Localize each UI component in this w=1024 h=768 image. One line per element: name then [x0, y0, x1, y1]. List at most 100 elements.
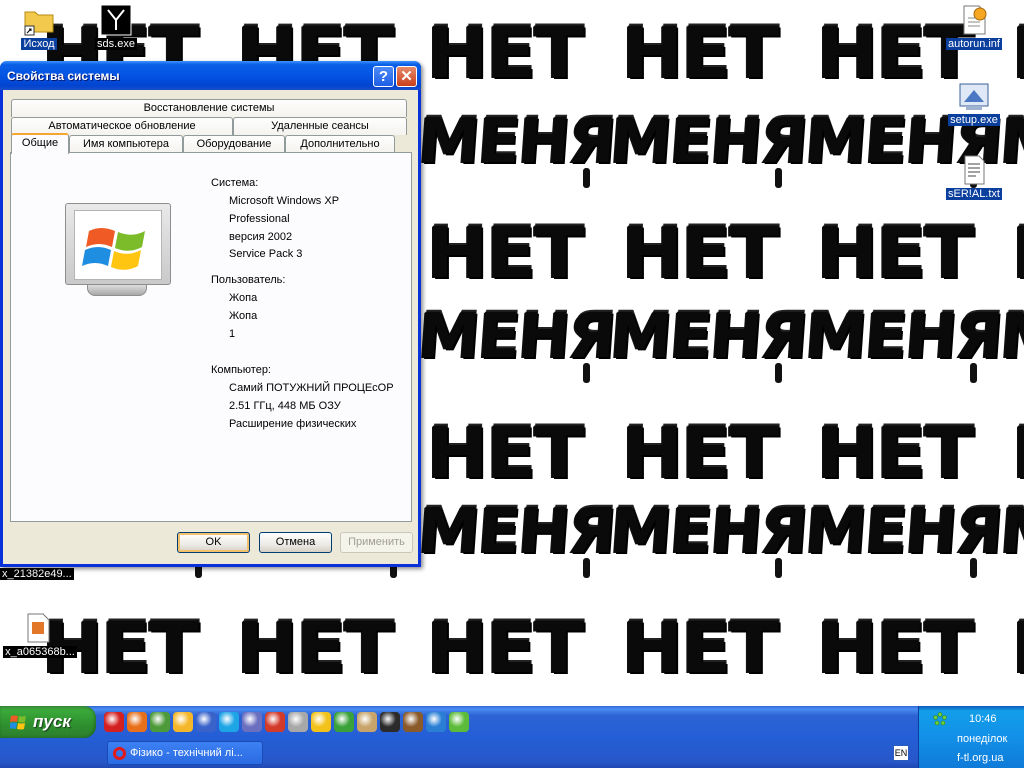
apple-icon[interactable]	[265, 712, 285, 732]
desktop-icon-setup[interactable]: setup.exe	[936, 80, 1012, 129]
chart-icon[interactable]	[242, 712, 262, 732]
help-icon: ?	[378, 68, 389, 85]
cancel-button[interactable]: Отмена	[259, 532, 332, 553]
opera-icon	[113, 747, 126, 760]
skype-icon[interactable]	[219, 712, 239, 732]
opera-icon[interactable]	[104, 712, 124, 732]
ok-button[interactable]: OK	[177, 532, 250, 553]
watermark-brand: f-tl.org.ua	[957, 752, 1004, 764]
close-button[interactable]: ✕	[396, 66, 417, 87]
app-icon	[100, 4, 132, 36]
counter-strike-icon[interactable]	[380, 712, 400, 732]
general-tab-panel: Система: Microsoft Windows XP Profession…	[10, 152, 412, 522]
wallpaper-word-net: НЕТ	[1011, 613, 1024, 683]
windows-logo-icon	[10, 715, 26, 730]
cup-icon[interactable]	[288, 712, 308, 732]
desktop-icon-label: autorun.inf	[946, 38, 1002, 50]
ie-icon[interactable]	[426, 712, 446, 732]
desktop-icon-label: x_21382e49...	[0, 568, 74, 580]
network-icon[interactable]	[334, 712, 354, 732]
user-line-org: Жопа	[229, 310, 258, 322]
wallpaper-word-net: НЕТ	[426, 412, 584, 494]
firefox-icon[interactable]	[127, 712, 147, 732]
start-button[interactable]: пуск	[0, 706, 96, 738]
tab-system-restore[interactable]: Восстановление системы	[11, 99, 407, 117]
emoticon-icon[interactable]	[311, 712, 331, 732]
wallpaper-word-net: НЕТ	[426, 607, 584, 689]
taskbar-window-button[interactable]: Фізико - технічний лі...	[107, 741, 263, 765]
wallpaper-word-net: НЕТ	[621, 212, 779, 294]
desktop-icon-sds[interactable]: sds.exe	[78, 4, 154, 53]
wallpaper-word-net: НЕТ	[1011, 418, 1024, 488]
wallpaper-word-net: НЕТ	[816, 412, 974, 494]
help-button[interactable]: ?	[373, 66, 394, 87]
clock-day: понеділок	[957, 733, 1008, 745]
apply-button[interactable]: Применить	[340, 532, 413, 553]
wallpaper-word-menya: МЕНЯ	[997, 494, 1024, 567]
tab-computer-name[interactable]: Имя компьютера	[69, 135, 183, 153]
tab-hardware[interactable]: Оборудование	[183, 135, 285, 153]
wallpaper-word-menya: МЕНЯ	[607, 104, 809, 177]
desktop-icon-ishod[interactable]: Исход	[1, 4, 77, 53]
figure-icon[interactable]	[357, 712, 377, 732]
windows-logo-monitor-icon	[65, 203, 171, 285]
quick-launch-bar	[104, 712, 469, 734]
wallpaper-paint-drip	[970, 558, 977, 578]
wallpaper-word-net: НЕТ	[1011, 218, 1024, 288]
desktop-icon-label: Исход	[21, 38, 57, 50]
wallpaper-paint-drip	[775, 363, 782, 383]
system-label: Система:	[211, 177, 259, 189]
desktop-icon-serial[interactable]: sER!AL.txt	[936, 154, 1012, 203]
wallpaper-word-menya: МЕНЯ	[802, 494, 1004, 567]
wallpaper-word-menya: МЕНЯ	[802, 299, 1004, 372]
wallpaper-word-net: НЕТ	[621, 412, 779, 494]
media-file-icon	[22, 612, 54, 644]
system-properties-dialog: Свойства системы ? ✕ Восстановление сист…	[0, 61, 421, 567]
crossfire-icon[interactable]	[196, 712, 216, 732]
tray-asterisk-icon[interactable]	[933, 712, 947, 726]
language-indicator[interactable]: EN	[893, 745, 909, 761]
7zip-icon[interactable]	[150, 712, 170, 732]
desktop-icon-xa0653[interactable]: x_a065368b...	[0, 612, 80, 661]
wallpaper-word-net: НЕТ	[426, 212, 584, 294]
pizza-icon[interactable]	[173, 712, 193, 732]
computer-label: Компьютер:	[211, 364, 271, 376]
wallpaper-word-net: НЕТ	[816, 212, 974, 294]
wallpaper-word-menya: МЕНЯ	[607, 494, 809, 567]
dialog-titlebar[interactable]: Свойства системы ? ✕	[0, 61, 421, 90]
desktop-icon-label: x_a065368b...	[3, 646, 77, 658]
system-line-sp: Service Pack 3	[229, 248, 303, 260]
character-icon[interactable]	[403, 712, 423, 732]
tab-general[interactable]: Общие	[11, 133, 69, 154]
desktop-icon-autorun[interactable]: autorun.inf	[936, 4, 1012, 53]
wallpaper-word-menya: МЕНЯ	[415, 299, 617, 372]
wallpaper-word-net: НЕТ	[236, 607, 394, 689]
windows-flag-icon	[82, 228, 145, 270]
system-line-os: Microsoft Windows XP	[229, 195, 340, 207]
dialog-body: Восстановление системы Автоматическое об…	[3, 90, 418, 564]
wallpaper-paint-drip	[583, 168, 590, 188]
tab-remote-sessions[interactable]: Удаленные сеансы	[233, 117, 407, 135]
desktop-icon-x21382[interactable]: x_21382e49...	[0, 566, 80, 583]
tab-row-3: Общие Имя компьютера Оборудование Дополн…	[11, 133, 395, 154]
clock-time[interactable]: 10:46	[969, 713, 997, 725]
asterisk-icon[interactable]	[449, 712, 469, 732]
wallpaper-word-menya: МЕНЯ	[415, 494, 617, 567]
tab-row-1: Восстановление системы	[11, 99, 407, 117]
monitor-stand	[87, 284, 147, 296]
tab-row-2: Автоматическое обновление Удаленные сеан…	[11, 117, 407, 135]
text-file-icon	[958, 154, 990, 186]
computer-line-speed: 2.51 ГГц, 448 МБ ОЗУ	[229, 400, 341, 412]
wallpaper-word-menya: МЕНЯ	[607, 299, 809, 372]
wallpaper-word-menya: МЕНЯ	[997, 299, 1024, 372]
tab-advanced[interactable]: Дополнительно	[285, 135, 395, 153]
wallpaper-word-net: НЕТ	[621, 607, 779, 689]
dialog-title: Свойства системы	[7, 69, 120, 83]
desktop-icon-label: setup.exe	[948, 114, 1000, 126]
wallpaper-paint-drip	[583, 558, 590, 578]
taskbar: пуск Фізико - технічний лі... EN 10:46 п…	[0, 706, 1024, 768]
wallpaper-word-net: НЕТ	[426, 12, 584, 94]
system-tray: 10:46 понеділок f-tl.org.ua	[918, 706, 1024, 768]
desktop-icon-label: sER!AL.txt	[946, 188, 1002, 200]
user-line-name: Жопа	[229, 292, 258, 304]
